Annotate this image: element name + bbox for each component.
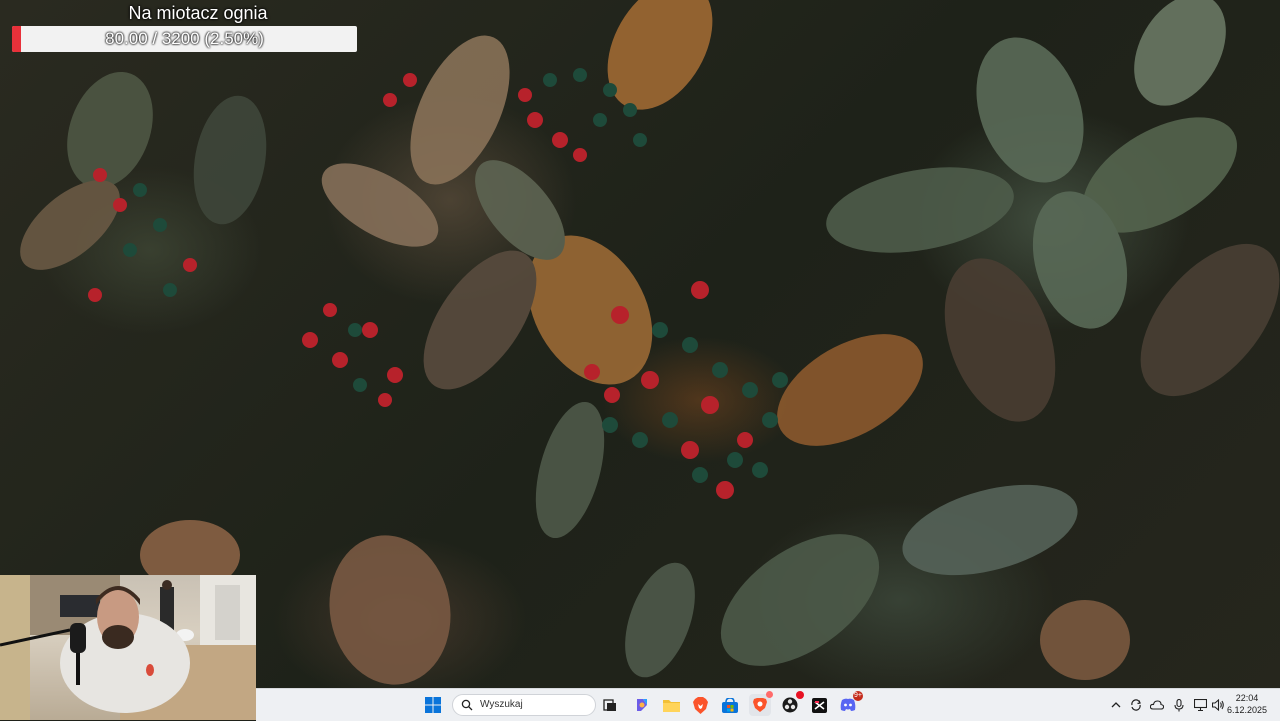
search-placeholder: Wyszukaj (480, 699, 523, 710)
discord-notification-badge: 9+ (853, 691, 863, 701)
microsoft-store-icon[interactable] (719, 694, 741, 716)
obs-studio-icon[interactable] (779, 691, 804, 716)
cloud-icon[interactable] (1150, 698, 1164, 712)
discord-icon[interactable]: 9+ (837, 691, 863, 716)
windows-taskbar: Wyszukaj 9+ 22:04 6.12.2025 (256, 688, 1280, 721)
file-explorer-icon[interactable] (660, 694, 682, 716)
taskbar-clock[interactable]: 22:04 6.12.2025 (1224, 692, 1270, 716)
clock-time: 22:04 (1235, 693, 1259, 703)
vivaldi-browser-icon[interactable] (749, 691, 773, 716)
chevron-up-icon[interactable] (1109, 698, 1123, 712)
task-view-icon[interactable] (599, 694, 621, 716)
network-icon[interactable] (1193, 698, 1207, 712)
search-icon (461, 699, 473, 711)
goal-progress-text: 80.00 / 3200 (2.50%) (105, 29, 264, 48)
microphone-icon[interactable] (1172, 698, 1186, 712)
clock-date: 6.12.2025 (1226, 705, 1268, 715)
copilot-icon[interactable] (631, 694, 653, 716)
brave-browser-icon[interactable] (689, 694, 711, 716)
notification-dot (766, 691, 773, 698)
donation-goal-widget: Na miotacz ognia 80.00 / 3200 (2.50%) (10, 0, 358, 56)
taskbar-search-input[interactable]: Wyszukaj (452, 694, 596, 716)
goal-title: Na miotacz ognia (128, 3, 268, 23)
sync-icon[interactable] (1129, 698, 1143, 712)
windows-start-icon[interactable] (422, 694, 444, 716)
webcam-feed (0, 575, 256, 720)
goal-progress-bar: 80.00 / 3200 (2.50%) (12, 26, 357, 52)
recording-dot (796, 691, 804, 699)
volume-icon[interactable] (1211, 698, 1225, 712)
capcut-icon[interactable] (808, 694, 830, 716)
